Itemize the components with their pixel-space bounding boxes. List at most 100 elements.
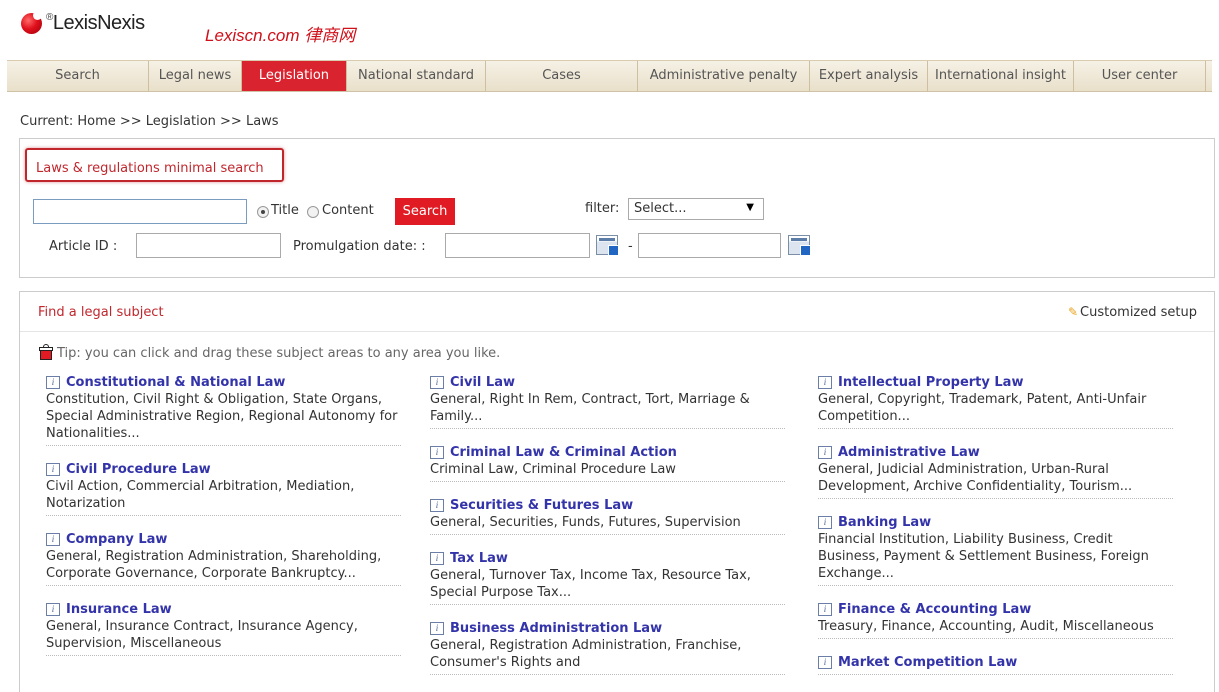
subject-description: General, Registration Administration, Fr… (430, 638, 742, 670)
subject-title[interactable]: i Company Law (46, 530, 401, 548)
search-panel: Laws & regulations minimal search Title … (19, 138, 1215, 278)
subject-title[interactable]: i Criminal Law & Criminal Action (430, 443, 785, 461)
subject-card[interactable]: i Insurance Law General, Insurance Contrac… (46, 600, 401, 656)
subject-name-label[interactable]: Banking Law (838, 515, 931, 530)
subject-card[interactable]: i Company Law General, Registration Admini… (46, 530, 401, 586)
customized-setup-label: Customized setup (1080, 305, 1197, 320)
info-icon[interactable]: i (46, 532, 60, 546)
nav-item-search[interactable]: Search (7, 61, 149, 91)
nav-item-national-standard[interactable]: National standard (347, 61, 486, 91)
subject-description: Treasury, Finance, Accounting, Audit, Mi… (818, 619, 1154, 634)
nav-item-legislation[interactable]: Legislation (242, 61, 347, 91)
lexisnexis-logo[interactable]: ®LexisNexis (21, 11, 145, 35)
subject-name-label[interactable]: Insurance Law (66, 602, 172, 617)
subject-title[interactable]: i Civil Procedure Law (46, 460, 401, 478)
subject-description: General, Right In Rem, Contract, Tort, M… (430, 392, 750, 424)
subject-description: General, Judicial Administration, Urban-… (818, 462, 1133, 494)
nav-item-expert-analysis[interactable]: Expert analysis (810, 61, 928, 91)
logo-name: LexisNexis (52, 12, 145, 34)
search-panel-title[interactable]: Laws & regulations minimal search (25, 148, 284, 182)
nav-item-user-center[interactable]: User center (1074, 61, 1206, 91)
filter-selected-value: Select... (634, 201, 687, 216)
info-icon[interactable]: i (46, 375, 60, 389)
subject-column-3: i Intellectual Property Law General, Copyr… (818, 373, 1173, 689)
subject-title[interactable]: i Intellectual Property Law (818, 373, 1173, 391)
subject-title[interactable]: i Insurance Law (46, 600, 401, 618)
subject-name-label[interactable]: Finance & Accounting Law (838, 602, 1031, 617)
subject-name-label[interactable]: Civil Procedure Law (66, 462, 211, 477)
date-range-dash: - (628, 239, 633, 254)
subject-title[interactable]: i Administrative Law (818, 443, 1173, 461)
subject-card[interactable]: i Constitutional & National Law Constituti… (46, 373, 401, 446)
nav-item-administrative-penalty[interactable]: Administrative penalty (638, 61, 810, 91)
subject-name-label[interactable]: Tax Law (450, 551, 508, 566)
subject-title[interactable]: i Business Administration Law (430, 619, 785, 637)
subject-description: General, Registration Administration, Sh… (46, 549, 382, 581)
info-icon[interactable]: i (818, 375, 832, 389)
info-icon[interactable]: i (818, 602, 832, 616)
logo-text: ®LexisNexis (46, 12, 145, 35)
subject-title[interactable]: i Banking Law (818, 513, 1173, 531)
main-nav: Search Legal news Legislation National stan… (7, 60, 1212, 92)
subject-card[interactable]: i Finance & Accounting Law Treasury, Finan… (818, 600, 1173, 639)
subject-column-2: i Civil Law General, Right In Rem, Contrac… (430, 373, 785, 689)
radio-content-label: Content (322, 203, 374, 218)
subject-title[interactable]: i Securities & Futures Law (430, 496, 785, 514)
info-icon[interactable]: i (46, 462, 60, 476)
subject-name-label[interactable]: Intellectual Property Law (838, 375, 1023, 390)
info-icon[interactable]: i (430, 621, 444, 635)
subject-card[interactable]: i Criminal Law & Criminal Action Criminal … (430, 443, 785, 482)
subject-description: Financial Institution, Liability Busines… (818, 532, 1149, 581)
subject-name-label[interactable]: Administrative Law (838, 445, 980, 460)
subject-title[interactable]: i Market Competition Law (818, 653, 1173, 671)
info-icon[interactable]: i (430, 445, 444, 459)
date-from-input[interactable] (445, 233, 590, 258)
subject-title[interactable]: i Tax Law (430, 549, 785, 567)
subject-name-label[interactable]: Company Law (66, 532, 167, 547)
search-button[interactable]: Search (395, 198, 455, 225)
article-id-input[interactable] (136, 233, 281, 258)
chevron-down-icon: ▼ (746, 202, 754, 213)
subject-title[interactable]: i Civil Law (430, 373, 785, 391)
breadcrumb: Current: Home >> Legislation >> Laws (20, 114, 279, 129)
info-icon[interactable]: i (430, 498, 444, 512)
subject-card[interactable]: i Market Competition Law (818, 653, 1173, 675)
customized-setup-link[interactable]: ✎ Customized setup (1068, 305, 1197, 320)
search-input[interactable] (33, 199, 247, 224)
subject-name-label[interactable]: Market Competition Law (838, 655, 1017, 670)
subject-card[interactable]: i Banking Law Financial Institution, Liabi… (818, 513, 1173, 586)
subject-description: Criminal Law, Criminal Procedure Law (430, 462, 676, 477)
date-to-input[interactable] (638, 233, 781, 258)
info-icon[interactable]: i (818, 515, 832, 529)
calendar-icon[interactable] (788, 235, 811, 256)
info-icon[interactable]: i (46, 602, 60, 616)
subject-name-label[interactable]: Business Administration Law (450, 621, 662, 636)
subject-card[interactable]: i Tax Law General, Turnover Tax, Income Ta… (430, 549, 785, 605)
drag-tip: Tip: you can click and drag these subjec… (39, 344, 500, 361)
radio-title[interactable] (257, 206, 269, 218)
site-header: ®LexisNexis Lexiscn.com 律商网 (0, 0, 1219, 58)
info-icon[interactable]: i (430, 551, 444, 565)
subject-card[interactable]: i Civil Law General, Right In Rem, Contrac… (430, 373, 785, 429)
subject-name-label[interactable]: Securities & Futures Law (450, 498, 633, 513)
subject-name-label[interactable]: Civil Law (450, 375, 515, 390)
subject-card[interactable]: i Business Administration Law General, Reg… (430, 619, 785, 675)
info-icon[interactable]: i (818, 655, 832, 669)
info-icon[interactable]: i (818, 445, 832, 459)
subject-card[interactable]: i Administrative Law General, Judicial Adm… (818, 443, 1173, 499)
subject-name-label[interactable]: Criminal Law & Criminal Action (450, 445, 677, 460)
subject-name-label[interactable]: Constitutional & National Law (66, 375, 285, 390)
subject-card[interactable]: i Securities & Futures Law General, Securi… (430, 496, 785, 535)
radio-content[interactable] (307, 206, 319, 218)
nav-item-international-insight[interactable]: International insight (928, 61, 1074, 91)
info-icon[interactable]: i (430, 375, 444, 389)
site-name[interactable]: Lexiscn.com 律商网 (205, 21, 355, 46)
nav-item-legal-news[interactable]: Legal news (149, 61, 242, 91)
subject-title[interactable]: i Finance & Accounting Law (818, 600, 1173, 618)
filter-select[interactable]: Select... ▼ (628, 198, 764, 220)
nav-item-cases[interactable]: Cases (486, 61, 638, 91)
subject-card[interactable]: i Intellectual Property Law General, Copyr… (818, 373, 1173, 429)
subject-title[interactable]: i Constitutional & National Law (46, 373, 401, 391)
subject-card[interactable]: i Civil Procedure Law Civil Action, Commer… (46, 460, 401, 516)
calendar-icon[interactable] (596, 235, 619, 256)
